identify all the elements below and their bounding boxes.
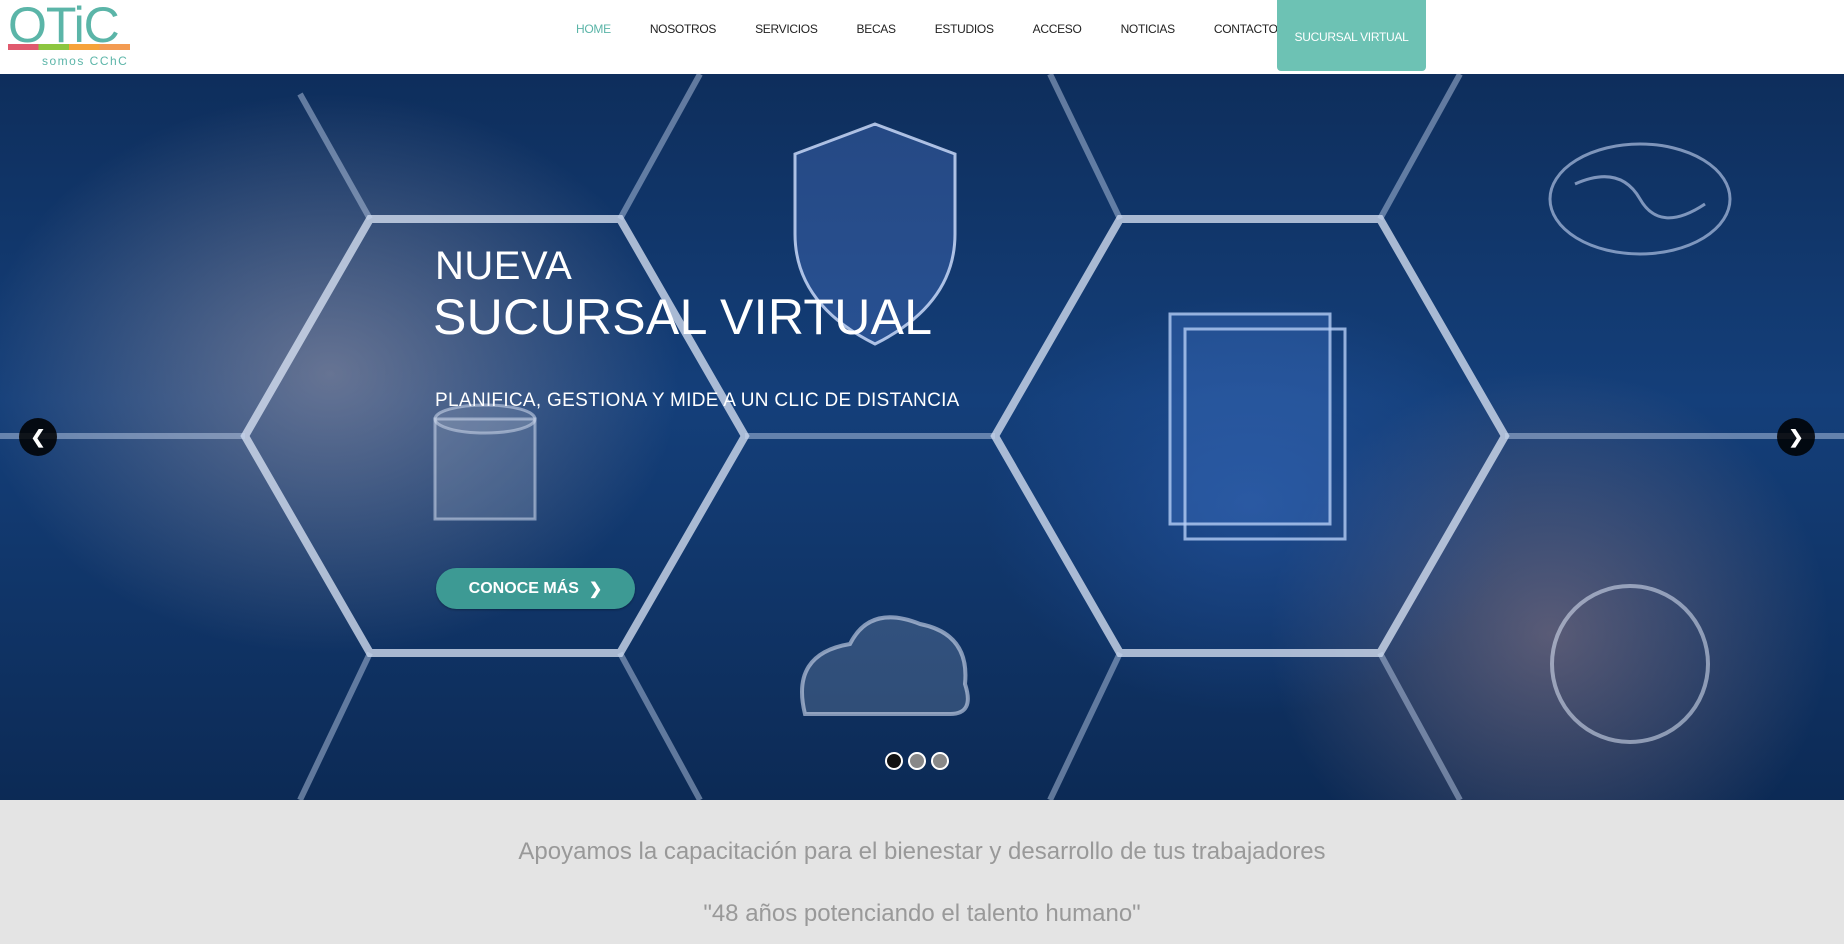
logo-color-bar bbox=[8, 44, 130, 50]
carousel-prev-button[interactable]: ❮ bbox=[19, 418, 57, 456]
chevron-right-icon: ❯ bbox=[1788, 426, 1804, 447]
site-header: OTiC somos CChC HOME NOSOTROS SERVICIOS … bbox=[0, 0, 1844, 74]
nav-item-servicios[interactable]: SERVICIOS bbox=[755, 0, 818, 36]
brain-icon bbox=[1548, 142, 1732, 256]
chevron-left-icon: ❮ bbox=[30, 426, 46, 447]
carousel-next-button[interactable]: ❯ bbox=[1777, 418, 1815, 456]
intro-anniversary-text: "48 años potenciando el talento humano" bbox=[703, 900, 1141, 927]
carousel-dot-1[interactable] bbox=[885, 752, 903, 770]
hero-subtitle: PLANIFICA, GESTIONA Y MIDE A UN CLIC DE … bbox=[435, 390, 960, 411]
conoce-mas-button[interactable]: CONOCE MÁS ❯ bbox=[436, 568, 635, 609]
nav-item-home[interactable]: HOME bbox=[576, 0, 611, 36]
carousel-dot-2[interactable] bbox=[908, 752, 926, 770]
cloud-transfer-icon bbox=[800, 615, 970, 716]
hex-network-background bbox=[0, 74, 1844, 800]
intro-section: Apoyamos la capacitación para el bienest… bbox=[0, 800, 1844, 944]
otic-logo[interactable]: OTiC somos CChC bbox=[8, 0, 132, 70]
chevron-right-icon: ❯ bbox=[588, 580, 603, 598]
ai-circle-icon bbox=[1550, 584, 1710, 744]
nav-item-nosotros[interactable]: NOSOTROS bbox=[650, 0, 717, 36]
sucursal-virtual-button[interactable]: SUCURSAL VIRTUAL bbox=[1277, 0, 1426, 71]
main-nav: HOME NOSOTROS SERVICIOS BECAS ESTUDIOS A… bbox=[576, 0, 1317, 74]
document-icon bbox=[1168, 312, 1347, 541]
intro-mission-text: Apoyamos la capacitación para el bienest… bbox=[518, 838, 1326, 865]
nav-item-becas[interactable]: BECAS bbox=[857, 0, 896, 36]
hero-title-line1: NUEVA bbox=[435, 244, 573, 288]
carousel-dot-3[interactable] bbox=[931, 752, 949, 770]
logo-tagline: somos CChC bbox=[42, 54, 129, 68]
conoce-mas-label: CONOCE MÁS bbox=[468, 579, 579, 597]
nav-item-acceso[interactable]: ACCESO bbox=[1033, 0, 1082, 36]
nav-item-contacto[interactable]: CONTACTO bbox=[1214, 0, 1278, 36]
nav-item-noticias[interactable]: NOTICIAS bbox=[1121, 0, 1176, 36]
hero-title-line2: SUCURSAL VIRTUAL bbox=[433, 289, 933, 345]
hero-carousel: NUEVA SUCURSAL VIRTUAL PLANIFICA, GESTIO… bbox=[0, 74, 1844, 800]
database-icon bbox=[433, 403, 537, 521]
nav-item-estudios[interactable]: ESTUDIOS bbox=[935, 0, 994, 36]
carousel-indicators bbox=[885, 752, 949, 770]
